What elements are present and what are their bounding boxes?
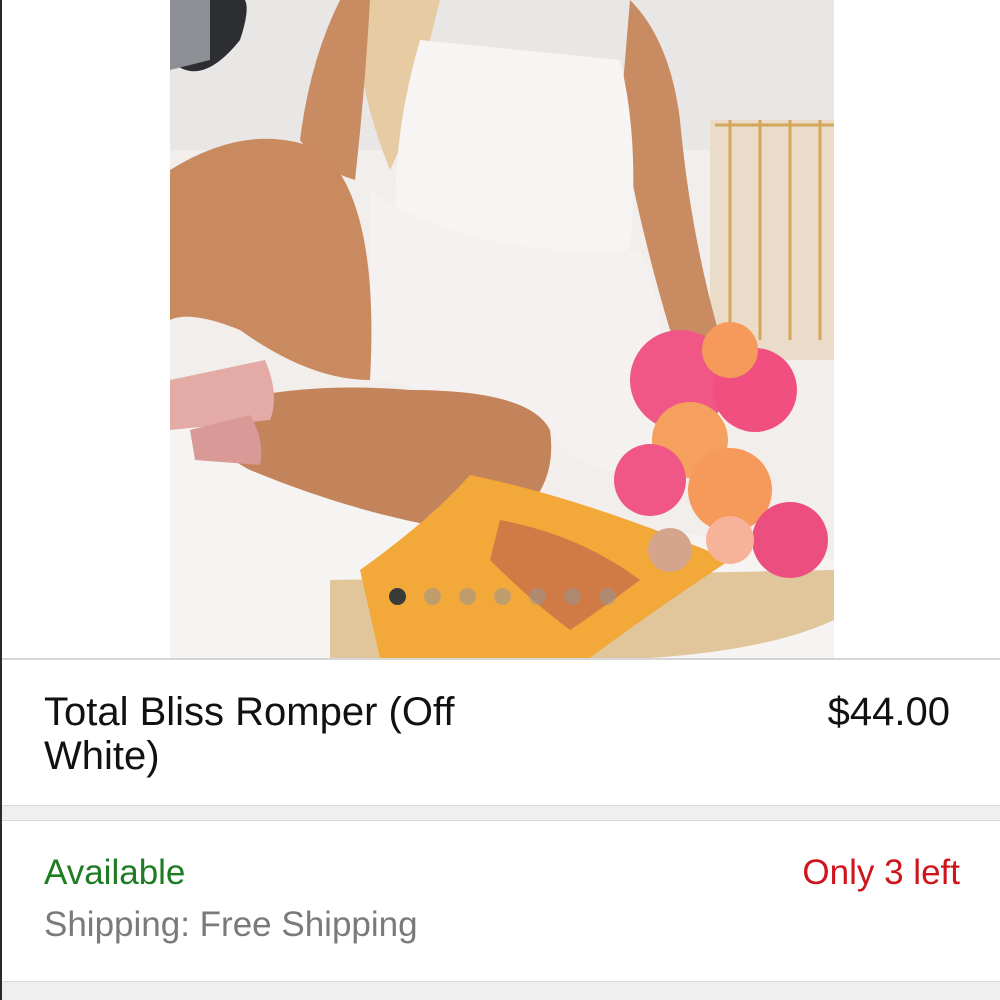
gallery-dot-active[interactable] (388, 588, 406, 605)
product-title: Total Bliss Romper (Off White) (44, 690, 455, 778)
gallery-dot[interactable] (528, 588, 546, 605)
availability-status: Available (44, 853, 186, 892)
section-divider (2, 981, 1000, 1000)
product-detail-page: Total Bliss Romper (Off White) $44.00 Av… (0, 0, 1000, 1000)
stock-remaining: Only 3 left (802, 853, 960, 892)
section-divider (2, 805, 1000, 821)
gallery-pagination[interactable] (2, 588, 1000, 606)
product-price: $44.00 (827, 690, 950, 734)
shipping-info: Shipping: Free Shipping (44, 905, 418, 944)
gallery-dot[interactable] (423, 588, 441, 605)
product-header: Total Bliss Romper (Off White) $44.00 (2, 658, 1000, 805)
product-photo[interactable] (170, 0, 834, 658)
gallery-dot[interactable] (458, 588, 476, 605)
gallery-dot[interactable] (563, 588, 581, 605)
availability-section: Available Only 3 left Shipping: Free Shi… (2, 821, 1000, 981)
product-image-gallery[interactable] (2, 0, 1000, 658)
product-photo-image (170, 0, 834, 658)
gallery-dot[interactable] (598, 588, 616, 605)
gallery-dot[interactable] (493, 588, 511, 605)
